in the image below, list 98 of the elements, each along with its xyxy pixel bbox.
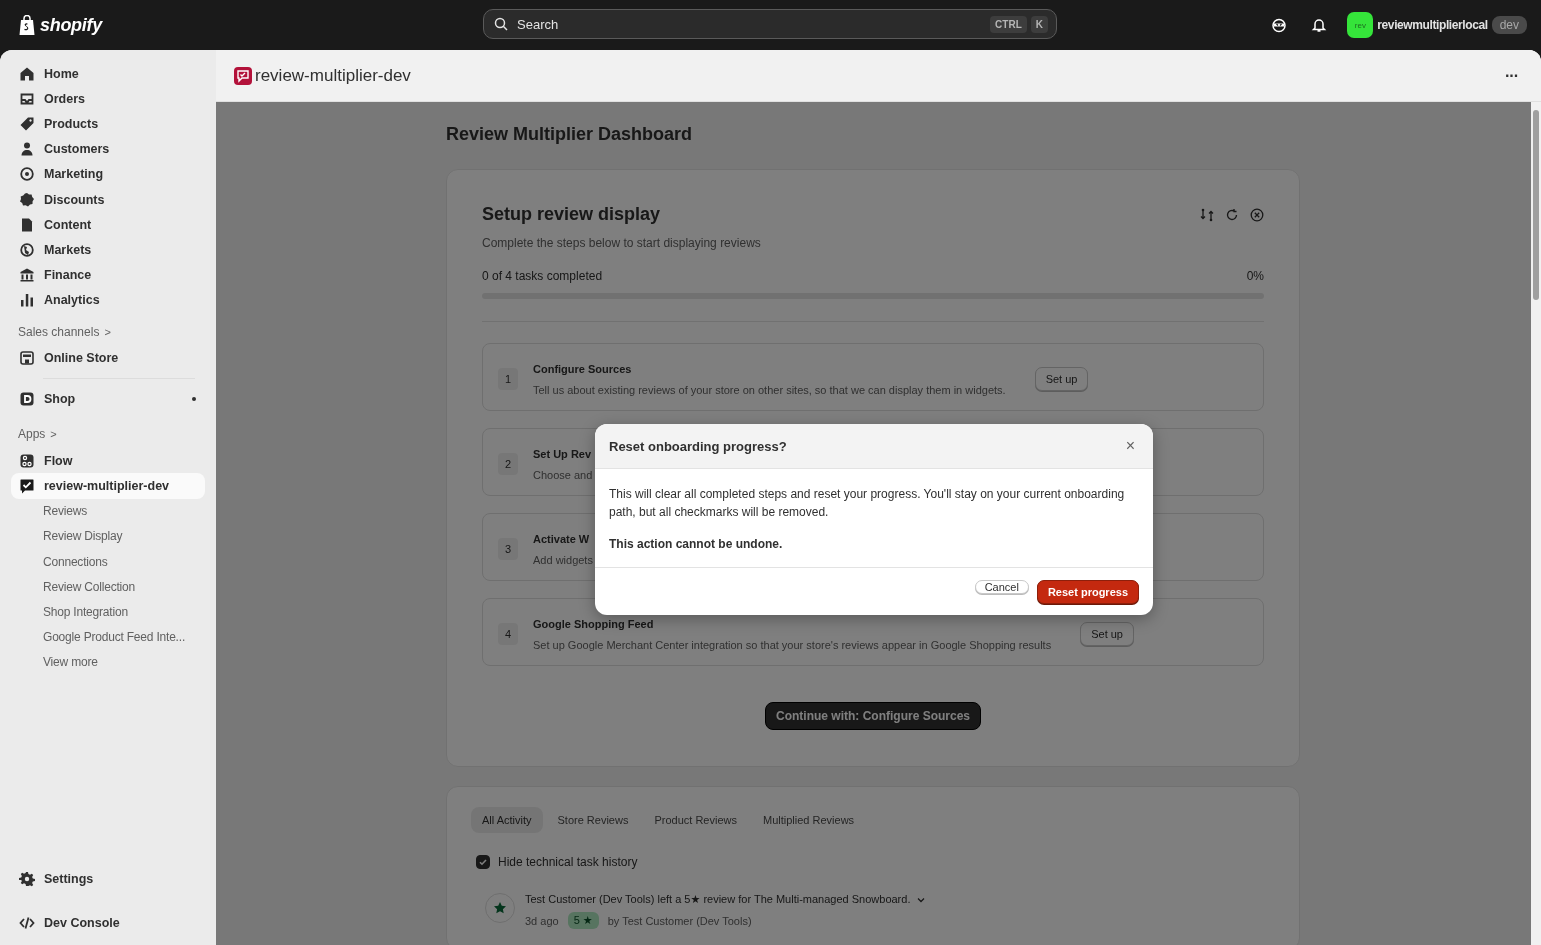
activity-author: by Test Customer (Dev Tools) <box>607 914 752 927</box>
bar-chart-icon <box>19 292 35 309</box>
step-title: Set Up Rev <box>533 447 593 460</box>
tab[interactable]: Product Reviews <box>643 807 748 833</box>
sidebar-item[interactable]: Review Collection <box>11 574 205 600</box>
target-icon <box>19 166 35 183</box>
tab[interactable]: Store Reviews <box>546 807 640 833</box>
page-heading: Review Multiplier Dashboard <box>446 124 694 145</box>
sidebar-item[interactable]: Dev Console <box>11 901 205 945</box>
card-title: Setup review display <box>482 204 662 225</box>
sidebar-item[interactable]: Finance <box>11 262 205 288</box>
store-avatar: rev <box>1347 12 1374 38</box>
step-description: Set up Google Merchant Center integration so that your store's reviews appear in Google Shopping results <box>533 638 1052 651</box>
swap-icon <box>1200 208 1214 222</box>
person-icon <box>19 141 35 158</box>
dialog-message: This will clear all completed steps and reset your progress. You'll stay on your current onboarding path, but all checkmarks will be removed. <box>609 486 1126 521</box>
tab[interactable]: Multiplied Reviews <box>752 807 866 833</box>
dialog-title: Reset onboarding progress? <box>609 438 787 454</box>
checkbox-label: Hide technical task history <box>498 855 638 869</box>
sidebar-item[interactable]: Markets <box>11 237 205 263</box>
checkmark-chat-icon <box>19 478 35 495</box>
step-number: 4 <box>498 623 518 645</box>
sidebar-item[interactable]: Customers <box>11 136 205 162</box>
close-button[interactable]: × <box>1121 437 1139 455</box>
rating-badge: 5 ★ <box>567 912 599 929</box>
continue-button[interactable]: Continue with: Configure Sources <box>765 702 981 730</box>
sidebar-item[interactable]: Connections <box>11 549 205 575</box>
star-icon <box>493 901 507 915</box>
sidebar-item[interactable]: Discounts <box>11 186 205 213</box>
store-menu-button[interactable]: rev reviewmultiplierlocal dev <box>1347 12 1527 38</box>
sidebar-item[interactable]: review-multiplier-dev <box>11 473 205 499</box>
step-description: Choose and <box>533 468 593 481</box>
sidebar-item[interactable]: Analytics <box>11 287 205 313</box>
sidebar-item[interactable]: Reviews <box>11 498 205 524</box>
app-logo-icon <box>234 66 252 85</box>
checkmark-icon <box>478 857 488 867</box>
card-subtitle: Complete the steps below to start displaying reviews <box>482 236 761 250</box>
activity-time: 3d ago <box>525 914 559 927</box>
storefront-icon <box>19 350 35 367</box>
robot-face-icon <box>1271 17 1288 33</box>
flow-icon <box>19 452 35 469</box>
sidebar-item[interactable]: Orders <box>11 86 205 112</box>
search-icon <box>494 17 508 31</box>
more-actions-button[interactable]: ··· <box>1501 64 1522 87</box>
sidebar-item[interactable]: Online Store <box>11 345 205 372</box>
tab[interactable]: All Activity <box>471 807 543 833</box>
shortcut-key: CTRL <box>990 15 1027 33</box>
refresh-icon <box>1225 208 1239 222</box>
scrollbar[interactable] <box>1531 102 1541 945</box>
step-title: Configure Sources <box>533 362 633 375</box>
page-title: review-multiplier-dev <box>255 65 411 86</box>
sidebar-item[interactable]: Review Display <box>11 523 205 549</box>
search-field[interactable]: Search CTRL K <box>483 9 1057 39</box>
set-up-button[interactable]: Set up <box>1034 367 1089 391</box>
sidebar-item[interactable]: Content <box>11 212 205 238</box>
progress-text: 0 of 4 tasks completed <box>482 269 603 283</box>
home-icon <box>19 65 35 82</box>
activity-text: Test Customer (Dev Tools) left a 5★ review for The Multi-managed Snowboard. <box>525 893 911 906</box>
section-heading[interactable]: Sales channels > <box>11 312 205 346</box>
dev-badge: dev <box>1491 16 1527 34</box>
set-up-button[interactable]: Set up <box>1080 622 1134 646</box>
bank-icon <box>19 267 35 284</box>
code-icon <box>19 915 35 931</box>
checkbox[interactable] <box>476 855 490 869</box>
step-number: 3 <box>498 538 518 560</box>
step-description: Add widgets <box>533 553 593 566</box>
cancel-button[interactable]: Cancel <box>974 580 1029 594</box>
shortcut-key: K <box>1030 15 1048 33</box>
settings-icon <box>19 871 35 887</box>
document-icon <box>19 216 35 233</box>
sidebar-item[interactable]: Google Product Feed Inte... <box>11 624 205 650</box>
sidebar-item[interactable]: Shop <box>11 386 205 412</box>
progress-percent: 0% <box>1246 269 1264 283</box>
search-input[interactable]: Search <box>515 15 984 33</box>
step-number: 1 <box>498 368 518 390</box>
bell-icon <box>1311 17 1328 33</box>
step-number: 2 <box>498 453 518 475</box>
reset-button[interactable]: Reset progress <box>1036 580 1139 604</box>
tag-icon <box>19 115 35 132</box>
globe-icon <box>19 241 35 258</box>
shopping-bag-icon <box>18 14 36 36</box>
store-name: reviewmultiplierlocal <box>1377 18 1488 32</box>
sidebar-item[interactable]: View more <box>11 649 205 675</box>
section-heading[interactable]: Apps > <box>11 415 205 449</box>
close-circle-icon <box>1250 208 1264 222</box>
sidebar-item[interactable]: Home <box>11 61 205 87</box>
shop-app-icon <box>19 390 35 407</box>
sidebar-item[interactable]: Flow <box>11 448 205 474</box>
step-description: Tell us about existing reviews of your store on other sites, so that we can display them in widgets. <box>533 383 1006 396</box>
sidebar-item[interactable]: Marketing <box>11 161 205 187</box>
sidebar-item[interactable]: Products <box>11 111 205 137</box>
discount-icon <box>19 191 35 208</box>
dialog-warning: This action cannot be undone. <box>609 536 784 553</box>
shopify-logo[interactable]: shopify <box>18 14 458 36</box>
sidebar-item[interactable]: Shop Integration <box>11 599 205 625</box>
step-title: Activate W <box>533 532 591 545</box>
sidebar-item[interactable]: Settings <box>11 857 205 901</box>
step-title: Google Shopping Feed <box>533 617 655 630</box>
